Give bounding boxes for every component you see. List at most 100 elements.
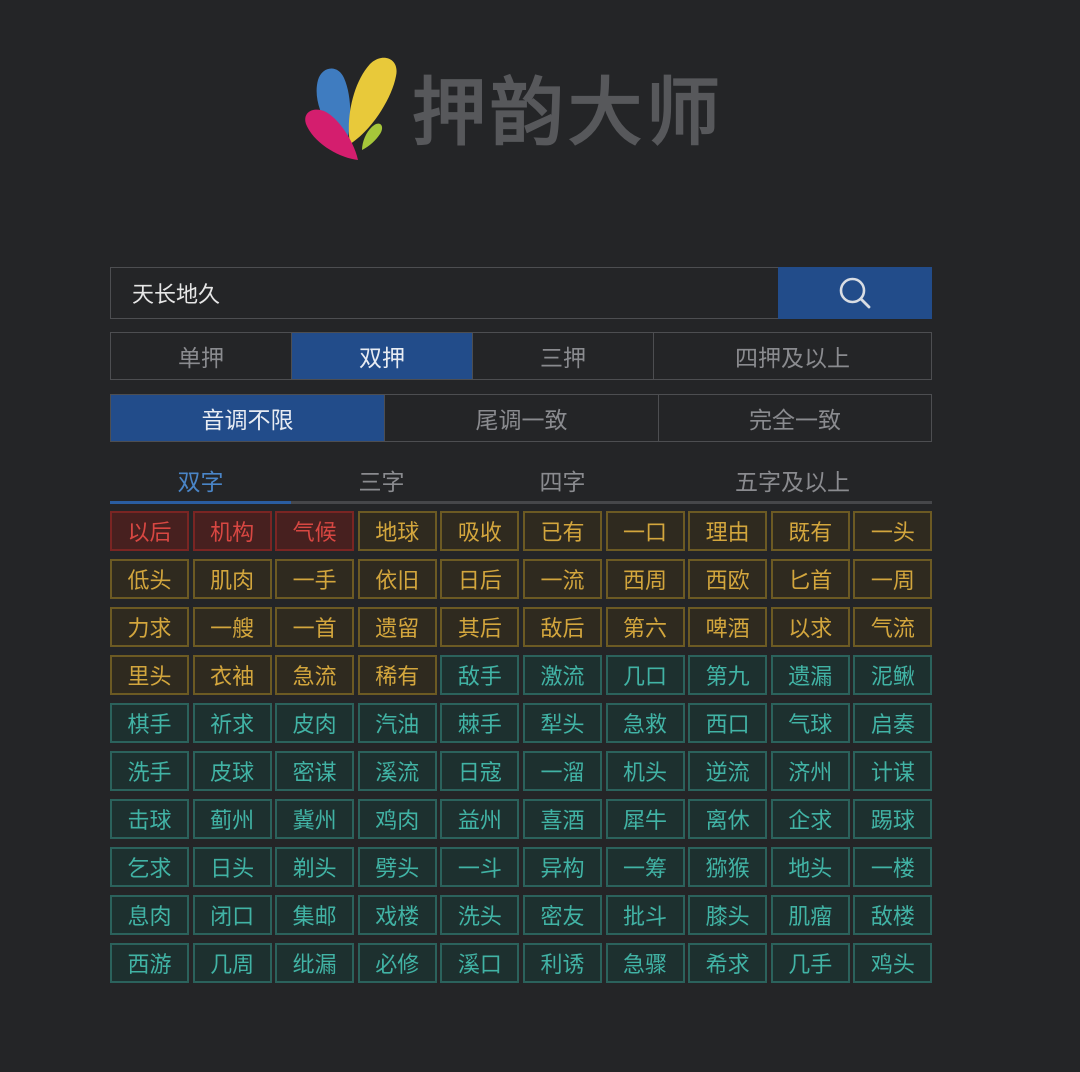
- rhyme-result-word[interactable]: 洗头: [440, 895, 520, 935]
- rhyme-result-word[interactable]: 机构: [192, 511, 272, 551]
- rhyme-result-word[interactable]: 利诱: [522, 943, 602, 983]
- rhyme-result-word[interactable]: 一手: [275, 559, 355, 599]
- rhyme-result-word[interactable]: 力求: [110, 607, 189, 647]
- rhyme-result-word[interactable]: 祈求: [192, 703, 272, 743]
- rhyme-result-word[interactable]: 一口: [605, 511, 685, 551]
- rhyme-result-word[interactable]: 皮肉: [275, 703, 355, 743]
- rhyme-result-word[interactable]: 棘手: [440, 703, 520, 743]
- rhyme-result-word[interactable]: 济州: [770, 751, 850, 791]
- rhyme-result-word[interactable]: 犁头: [522, 703, 602, 743]
- rhyme-result-word[interactable]: 气候: [275, 511, 355, 551]
- rhyme-result-word[interactable]: 几手: [770, 943, 850, 983]
- rhyme-result-word[interactable]: 劈头: [357, 847, 437, 887]
- rhyme-mode-double[interactable]: 双押: [292, 333, 473, 379]
- rhyme-result-word[interactable]: 溪口: [440, 943, 520, 983]
- rhyme-result-word[interactable]: 机头: [605, 751, 685, 791]
- rhyme-result-word[interactable]: 急流: [275, 655, 355, 695]
- tab-four-char[interactable]: 四字: [472, 458, 653, 501]
- rhyme-result-word[interactable]: 纰漏: [275, 943, 355, 983]
- rhyme-result-word[interactable]: 几周: [192, 943, 272, 983]
- rhyme-result-word[interactable]: 依旧: [357, 559, 437, 599]
- rhyme-result-word[interactable]: 启奏: [853, 703, 933, 743]
- rhyme-result-word[interactable]: 低头: [110, 559, 189, 599]
- rhyme-result-word[interactable]: 企求: [770, 799, 850, 839]
- tone-mode-any[interactable]: 音调不限: [111, 395, 385, 441]
- rhyme-result-word[interactable]: 棋手: [110, 703, 189, 743]
- rhyme-result-word[interactable]: 洗手: [110, 751, 189, 791]
- rhyme-result-word[interactable]: 已有: [522, 511, 602, 551]
- tab-five-plus-char[interactable]: 五字及以上: [653, 458, 932, 501]
- rhyme-result-word[interactable]: 一楼: [853, 847, 933, 887]
- rhyme-result-word[interactable]: 益州: [440, 799, 520, 839]
- rhyme-result-word[interactable]: 一周: [853, 559, 933, 599]
- rhyme-result-word[interactable]: 击球: [110, 799, 189, 839]
- rhyme-result-word[interactable]: 闭口: [192, 895, 272, 935]
- rhyme-result-word[interactable]: 日寇: [440, 751, 520, 791]
- rhyme-result-word[interactable]: 异构: [522, 847, 602, 887]
- rhyme-result-word[interactable]: 地头: [770, 847, 850, 887]
- rhyme-result-word[interactable]: 密友: [522, 895, 602, 935]
- rhyme-result-word[interactable]: 一斗: [440, 847, 520, 887]
- rhyme-result-word[interactable]: 西欧: [688, 559, 768, 599]
- rhyme-result-word[interactable]: 剃头: [275, 847, 355, 887]
- rhyme-result-word[interactable]: 必修: [357, 943, 437, 983]
- rhyme-result-word[interactable]: 敌楼: [853, 895, 933, 935]
- rhyme-result-word[interactable]: 一首: [275, 607, 355, 647]
- rhyme-result-word[interactable]: 鸡肉: [357, 799, 437, 839]
- rhyme-result-word[interactable]: 气流: [853, 607, 933, 647]
- rhyme-mode-triple[interactable]: 三押: [473, 333, 654, 379]
- rhyme-result-word[interactable]: 西口: [688, 703, 768, 743]
- rhyme-result-word[interactable]: 集邮: [275, 895, 355, 935]
- rhyme-result-word[interactable]: 肌瘤: [770, 895, 850, 935]
- rhyme-result-word[interactable]: 戏楼: [357, 895, 437, 935]
- rhyme-result-word[interactable]: 以求: [770, 607, 850, 647]
- rhyme-result-word[interactable]: 第六: [605, 607, 685, 647]
- rhyme-result-word[interactable]: 啤酒: [688, 607, 768, 647]
- search-input[interactable]: [110, 267, 778, 319]
- rhyme-result-word[interactable]: 一艘: [192, 607, 272, 647]
- rhyme-result-word[interactable]: 犀牛: [605, 799, 685, 839]
- rhyme-result-word[interactable]: 匕首: [770, 559, 850, 599]
- rhyme-result-word[interactable]: 敌手: [440, 655, 520, 695]
- rhyme-result-word[interactable]: 冀州: [275, 799, 355, 839]
- rhyme-result-word[interactable]: 膝头: [688, 895, 768, 935]
- rhyme-result-word[interactable]: 西游: [110, 943, 189, 983]
- rhyme-result-word[interactable]: 汽油: [357, 703, 437, 743]
- rhyme-result-word[interactable]: 批斗: [605, 895, 685, 935]
- rhyme-result-word[interactable]: 以后: [110, 511, 189, 551]
- rhyme-result-word[interactable]: 皮球: [192, 751, 272, 791]
- rhyme-result-word[interactable]: 敌后: [522, 607, 602, 647]
- search-button[interactable]: [778, 267, 932, 319]
- tab-two-char[interactable]: 双字: [110, 458, 291, 504]
- rhyme-result-word[interactable]: 希求: [688, 943, 768, 983]
- tone-mode-exact-match[interactable]: 完全一致: [659, 395, 931, 441]
- rhyme-result-word[interactable]: 离休: [688, 799, 768, 839]
- rhyme-result-word[interactable]: 日后: [440, 559, 520, 599]
- rhyme-result-word[interactable]: 气球: [770, 703, 850, 743]
- rhyme-result-word[interactable]: 猕猴: [688, 847, 768, 887]
- rhyme-result-word[interactable]: 第九: [688, 655, 768, 695]
- rhyme-result-word[interactable]: 激流: [522, 655, 602, 695]
- tone-mode-final-match[interactable]: 尾调一致: [385, 395, 659, 441]
- rhyme-result-word[interactable]: 地球: [357, 511, 437, 551]
- rhyme-result-word[interactable]: 鸡头: [853, 943, 933, 983]
- rhyme-mode-single[interactable]: 单押: [111, 333, 292, 379]
- rhyme-result-word[interactable]: 肌肉: [192, 559, 272, 599]
- rhyme-result-word[interactable]: 遗漏: [770, 655, 850, 695]
- rhyme-result-word[interactable]: 稀有: [357, 655, 437, 695]
- rhyme-result-word[interactable]: 急救: [605, 703, 685, 743]
- rhyme-result-word[interactable]: 踢球: [853, 799, 933, 839]
- rhyme-result-word[interactable]: 一溜: [522, 751, 602, 791]
- rhyme-mode-quad-plus[interactable]: 四押及以上: [654, 333, 931, 379]
- rhyme-result-word[interactable]: 一筹: [605, 847, 685, 887]
- rhyme-result-word[interactable]: 溪流: [357, 751, 437, 791]
- rhyme-result-word[interactable]: 既有: [770, 511, 850, 551]
- rhyme-result-word[interactable]: 日头: [192, 847, 272, 887]
- rhyme-result-word[interactable]: 西周: [605, 559, 685, 599]
- rhyme-result-word[interactable]: 遗留: [357, 607, 437, 647]
- tab-three-char[interactable]: 三字: [291, 458, 472, 501]
- rhyme-result-word[interactable]: 吸收: [440, 511, 520, 551]
- rhyme-result-word[interactable]: 逆流: [688, 751, 768, 791]
- rhyme-result-word[interactable]: 急骤: [605, 943, 685, 983]
- rhyme-result-word[interactable]: 一头: [853, 511, 933, 551]
